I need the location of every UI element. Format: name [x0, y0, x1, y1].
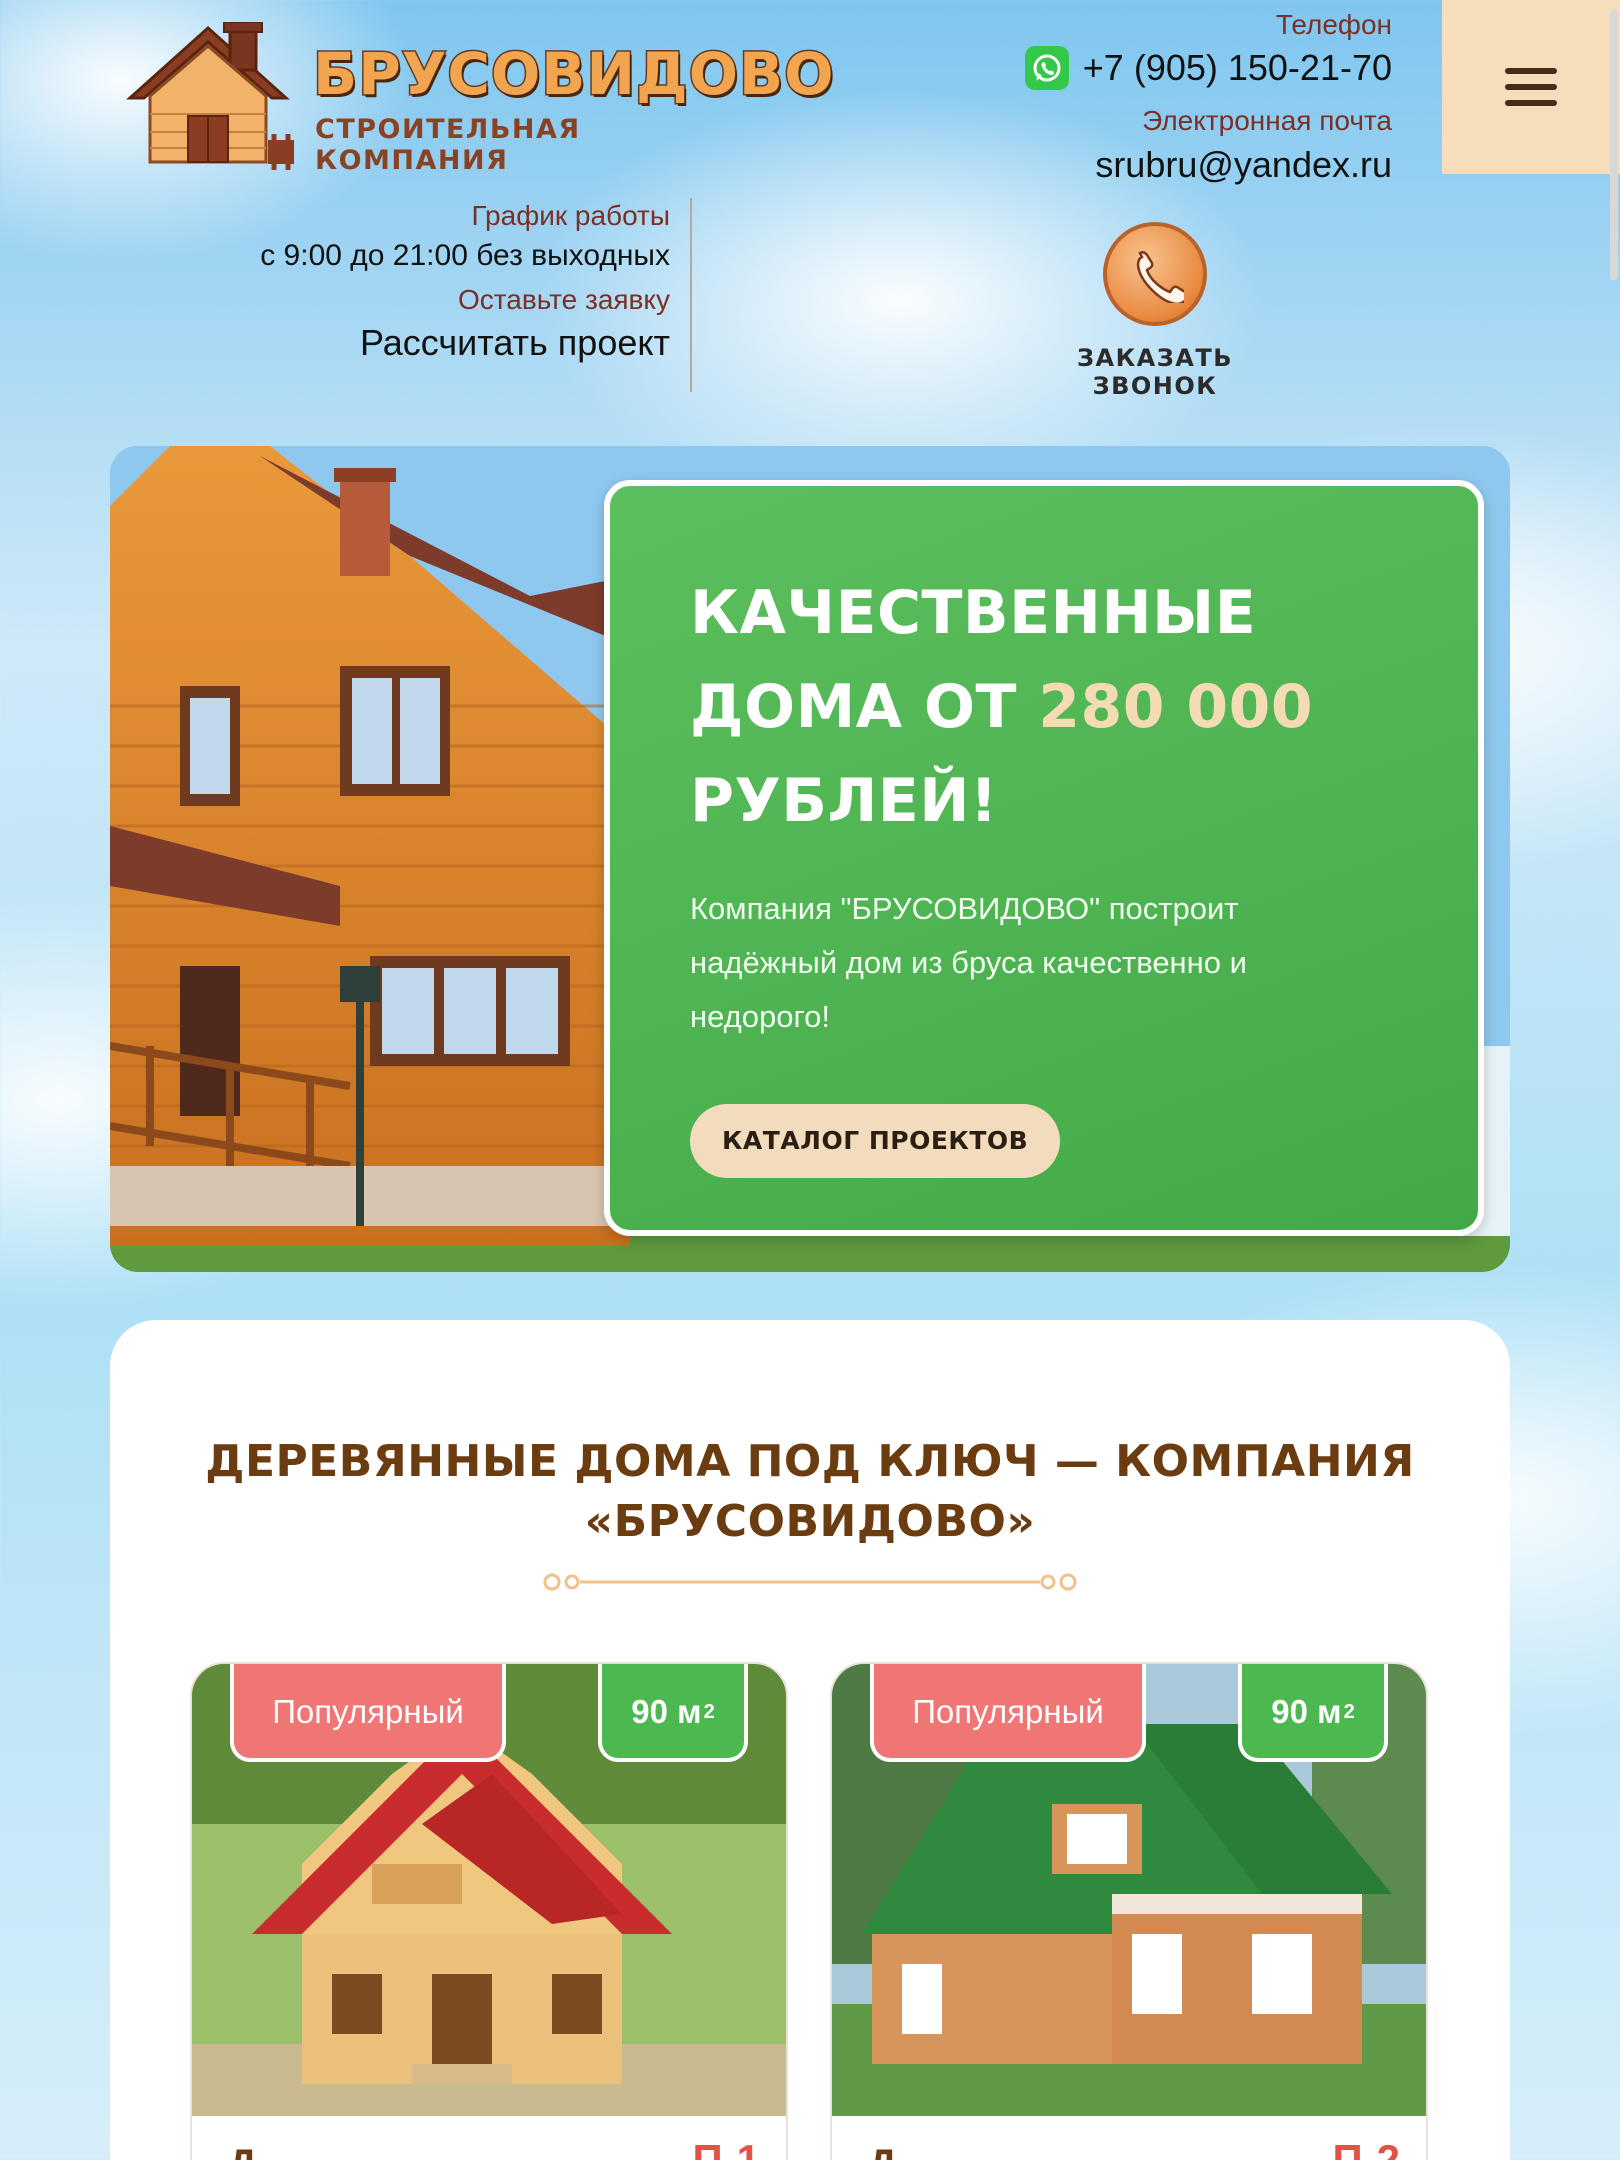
house-logo-icon [126, 22, 294, 170]
menu-icon-bar [1505, 84, 1557, 90]
hero-description: Компания "БРУСОВИДОВО" построит надёжный… [690, 891, 1247, 1034]
catalog-button[interactable]: КАТАЛОГ ПРОЕКТОВ [690, 1104, 1061, 1178]
area-unit-sup: 2 [1343, 1700, 1355, 1723]
phone-link[interactable]: +7 (905) 150-21-70 [1083, 47, 1392, 89]
schedule-value: с 9:00 до 21:00 без выходных [260, 239, 670, 272]
calculate-project-link[interactable]: Рассчитать проект [200, 318, 670, 368]
popular-badge: Популярный [870, 1664, 1146, 1762]
project-name: Д [228, 2142, 257, 2160]
hero-title-line3: РУБЛЕЙ! [690, 766, 998, 836]
request-label: Оставьте заявку [457, 284, 670, 315]
logo-subtitle: СТРОИТЕЛЬНАЯ КОМПАНИЯ [315, 114, 581, 176]
area-badge: 90 м2 [1238, 1664, 1388, 1762]
hero-price: 280 000 [1038, 672, 1314, 742]
popular-badge: Популярный [230, 1664, 506, 1762]
email-link[interactable]: srubru@yandex.ru [1025, 144, 1392, 186]
project-code: П-2 [1332, 2136, 1400, 2160]
project-card[interactable]: Популярный 90 м2 Д П-1 [190, 1662, 788, 2160]
project-card[interactable]: Популярный 90 м2 Д П-2 [830, 1662, 1428, 2160]
hero-title: КАЧЕСТВЕННЫЕ ДОМА ОТ 280 000 РУБЛЕЙ! [690, 566, 1398, 848]
phone-icon [1103, 222, 1207, 326]
area-unit-sup: 2 [703, 1700, 715, 1723]
menu-icon [1505, 68, 1557, 74]
email-label: Электронная почта [1142, 105, 1392, 136]
company-logo[interactable]: БРУСОВИДОВО СТРОИТЕЛЬНАЯ КОМПАНИЯ [118, 22, 835, 176]
card-footer: Д П-2 [832, 2116, 1426, 2160]
schedule-block: График работы с 9:00 до 21:00 без выходн… [200, 198, 692, 392]
area-value: 90 м [1271, 1693, 1342, 1730]
catalog-title: ДЕРЕВЯННЫЕ ДОМА ПОД КЛЮЧ — КОМПАНИЯ «БРУ… [110, 1432, 1510, 1552]
callback-label: ЗАКАЗАТЬ ЗВОНОК [1076, 344, 1234, 400]
whatsapp-icon[interactable] [1024, 46, 1069, 90]
logo-title: БРУСОВИДОВО [312, 39, 836, 110]
catalog-section: ДЕРЕВЯННЫЕ ДОМА ПОД КЛЮЧ — КОМПАНИЯ «БРУ… [110, 1320, 1510, 2160]
catalog-title-line1: ДЕРЕВЯННЫЕ ДОМА ПОД КЛЮЧ — КОМПАНИЯ [205, 1436, 1415, 1487]
area-badge: 90 м2 [598, 1664, 748, 1762]
menu-icon-bar [1505, 100, 1557, 106]
catalog-title-line2: «БРУСОВИДОВО» [584, 1496, 1036, 1547]
title-divider [543, 1573, 1077, 1591]
hero-offer-card: КАЧЕСТВЕННЫЕ ДОМА ОТ 280 000 РУБЛЕЙ! Ком… [604, 480, 1484, 1236]
hero-title-prefix: ДОМА ОТ [690, 672, 1039, 742]
page-scrollbar[interactable] [1610, 10, 1618, 280]
callback-button[interactable]: ЗАКАЗАТЬ ЗВОНОК [1020, 222, 1290, 400]
hero-title-line2: ДОМА ОТ 280 000 [690, 660, 1398, 754]
project-code: П-1 [692, 2136, 760, 2160]
contacts-block: Телефон +7 (905) 150-21-70 Электронная п… [1024, 8, 1392, 186]
menu-button[interactable] [1442, 0, 1620, 174]
area-value: 90 м [631, 1693, 702, 1730]
phone-label: Телефон [1275, 9, 1392, 40]
schedule-label: График работы [471, 200, 670, 231]
card-footer: Д П-1 [192, 2116, 786, 2160]
project-name: Д [868, 2142, 897, 2160]
hero-banner: КАЧЕСТВЕННЫЕ ДОМА ОТ 280 000 РУБЛЕЙ! Ком… [110, 446, 1510, 1272]
hero-title-line1: КАЧЕСТВЕННЫЕ [690, 578, 1257, 648]
